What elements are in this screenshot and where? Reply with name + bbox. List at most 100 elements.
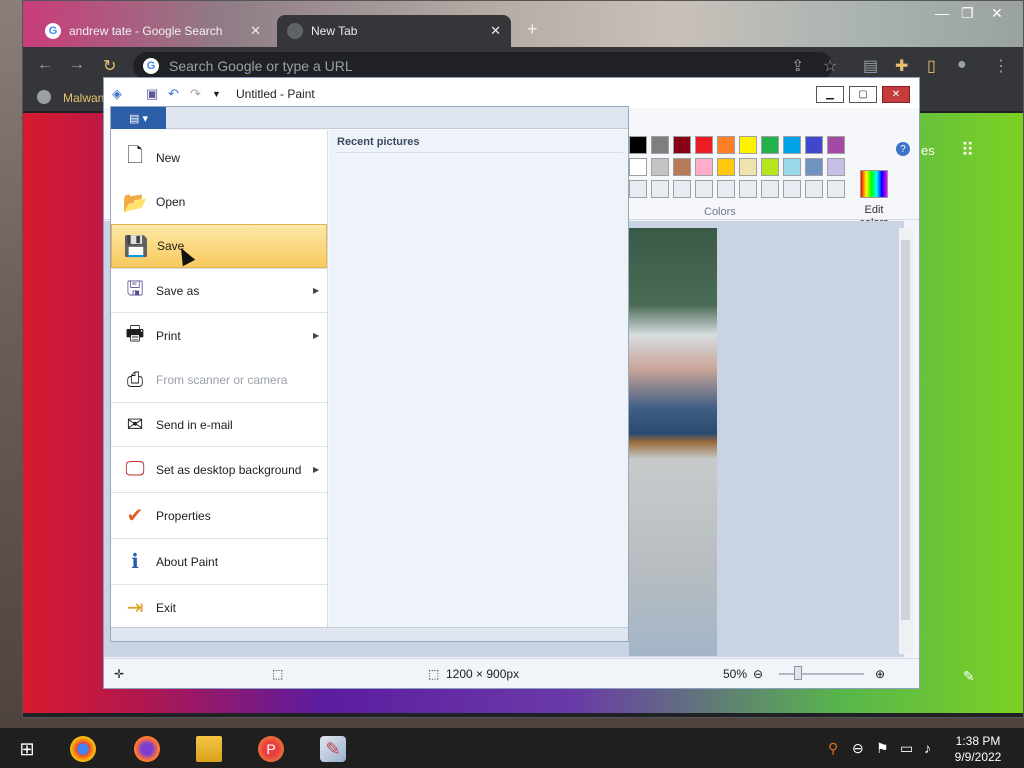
paint-minimize-button[interactable]: ▁ (816, 86, 844, 103)
menu-item-label: Send in e-mail (156, 417, 233, 432)
extensions-puzzle-icon[interactable]: ✚ (895, 56, 908, 76)
file-explorer-taskbar-icon[interactable] (196, 736, 222, 762)
close-window-icon[interactable]: ✕ (991, 5, 1003, 22)
save-quick-icon[interactable]: ▣ (146, 86, 158, 102)
color-swatch[interactable] (805, 158, 823, 176)
color-swatch[interactable] (739, 158, 757, 176)
color-swatch[interactable] (783, 136, 801, 154)
menu-item-save-as[interactable]: 🖫 Save as ▶ (111, 268, 327, 312)
zoom-slider-thumb[interactable] (794, 666, 802, 680)
color-swatch[interactable] (695, 136, 713, 154)
color-swatch[interactable] (827, 180, 845, 198)
more-menu-icon[interactable]: ⋮ (993, 56, 1009, 76)
firefox-taskbar-icon[interactable] (134, 736, 160, 762)
menu-item-from-scanner-or-camera: ⎙ From scanner or camera (111, 358, 327, 402)
app-taskbar-icon[interactable]: P (258, 736, 284, 762)
color-swatch[interactable] (827, 158, 845, 176)
reload-icon[interactable]: ↻ (103, 56, 116, 76)
color-swatch[interactable] (717, 136, 735, 154)
tab-new-tab[interactable]: ● New Tab ✕ (277, 15, 511, 47)
color-swatch[interactable] (761, 136, 779, 154)
tray-flag-icon[interactable]: ⚑ (876, 740, 889, 757)
back-arrow-icon[interactable]: ← (37, 56, 53, 74)
tray-minus-icon[interactable]: ⊖ (852, 740, 864, 757)
side-panel-icon[interactable]: ▯ (927, 56, 936, 76)
color-swatch[interactable] (783, 158, 801, 176)
bookmark-star-icon[interactable]: ☆ (823, 56, 837, 76)
customize-pencil-icon[interactable]: ✎ (963, 668, 975, 685)
menu-item-new[interactable]: 🗋 New (111, 136, 327, 180)
color-swatch[interactable] (673, 180, 691, 198)
clock[interactable]: 1:38 PM 9/9/2022 (950, 733, 1006, 765)
profile-avatar-icon[interactable]: ● (957, 56, 967, 74)
chrome-taskbar-icon[interactable] (70, 736, 96, 762)
status-bar: ✛ ⬚ ⬚ 1200 × 900px 50% ⊖ ⊕ (104, 658, 919, 688)
help-icon[interactable]: ? (896, 142, 910, 156)
share-icon[interactable]: ⇪ (791, 56, 804, 76)
zoom-out-icon[interactable]: ⊖ (753, 667, 763, 681)
canvas-image[interactable] (629, 228, 717, 656)
color-swatch[interactable] (761, 158, 779, 176)
file-menu-button[interactable]: ▤ ▾ (111, 107, 166, 129)
color-swatch[interactable] (805, 136, 823, 154)
scrollbar-thumb[interactable] (901, 240, 910, 620)
color-swatch[interactable] (629, 180, 647, 198)
color-swatch[interactable] (695, 158, 713, 176)
images-link-partial[interactable]: es (921, 143, 935, 158)
color-swatch[interactable] (629, 158, 647, 176)
menu-item-save[interactable]: 💾 Save (111, 224, 327, 268)
color-swatch[interactable] (651, 136, 669, 154)
close-tab-icon[interactable]: ✕ (250, 23, 261, 39)
color-swatch[interactable] (761, 180, 779, 198)
vertical-scrollbar[interactable] (899, 228, 913, 654)
maximize-icon[interactable]: ❐ (961, 5, 974, 22)
color-swatch[interactable] (827, 136, 845, 154)
color-swatch[interactable] (739, 136, 757, 154)
undo-icon[interactable]: ↶ (168, 86, 179, 102)
zoom-slider[interactable] (779, 673, 864, 675)
recent-pictures-title: Recent pictures (337, 136, 420, 148)
redo-icon[interactable]: ↷ (190, 86, 201, 102)
color-swatch[interactable] (695, 180, 713, 198)
menu-item-set-as-desktop-background[interactable]: 🖵 Set as desktop background ▶ (111, 446, 327, 492)
menu-item-label: Set as desktop background (156, 462, 302, 477)
color-swatch[interactable] (651, 180, 669, 198)
info-icon: ℹ (131, 551, 139, 573)
color-swatch[interactable] (739, 180, 757, 198)
new-tab-plus-icon[interactable]: + (527, 19, 538, 40)
zoom-in-icon[interactable]: ⊕ (875, 667, 885, 681)
color-swatch[interactable] (783, 180, 801, 198)
menu-item-about-paint[interactable]: ℹ About Paint (111, 538, 327, 584)
google-icon: G (45, 23, 61, 39)
volume-icon[interactable]: ♪ (924, 740, 931, 756)
close-tab-icon[interactable]: ✕ (490, 23, 501, 39)
extension-flag-icon[interactable]: ▤ (863, 56, 878, 76)
windows-start-icon[interactable]: ⊞ (14, 736, 40, 762)
scanner-icon: ⎙ (127, 368, 143, 391)
forward-arrow-icon[interactable]: → (69, 56, 85, 74)
apps-grid-icon[interactable]: ⠿ (961, 140, 974, 161)
omnibox[interactable]: G Search Google or type a URL (133, 52, 833, 80)
menu-item-exit[interactable]: ⇥ Exit (111, 584, 327, 630)
search-tray-icon[interactable]: ⚲ (828, 740, 838, 757)
paint-close-button[interactable]: ✕ (882, 86, 910, 103)
menu-item-properties[interactable]: ✔ Properties (111, 492, 327, 538)
bookmark-item[interactable]: Malwan (63, 91, 104, 105)
color-spectrum-icon (860, 170, 888, 198)
menu-item-print[interactable]: 🖶 Print ▶ (111, 312, 327, 358)
color-swatch[interactable] (629, 136, 647, 154)
color-swatch[interactable] (673, 136, 691, 154)
color-swatch[interactable] (805, 180, 823, 198)
customize-quick-access-icon[interactable]: ▼ (212, 89, 221, 99)
paint-maximize-button[interactable]: ▢ (849, 86, 877, 103)
minimize-icon[interactable]: — (935, 5, 949, 21)
tab-google-search[interactable]: G andrew tate - Google Search ✕ (35, 15, 271, 47)
network-icon[interactable]: ▭ (900, 740, 913, 757)
color-swatch[interactable] (717, 158, 735, 176)
menu-item-send-in-e-mail[interactable]: ✉ Send in e-mail (111, 402, 327, 446)
color-swatch[interactable] (717, 180, 735, 198)
menu-item-open[interactable]: 📂 Open (111, 180, 327, 224)
color-swatch[interactable] (673, 158, 691, 176)
paint-taskbar-icon[interactable]: ✎ (320, 736, 346, 762)
color-swatch[interactable] (651, 158, 669, 176)
